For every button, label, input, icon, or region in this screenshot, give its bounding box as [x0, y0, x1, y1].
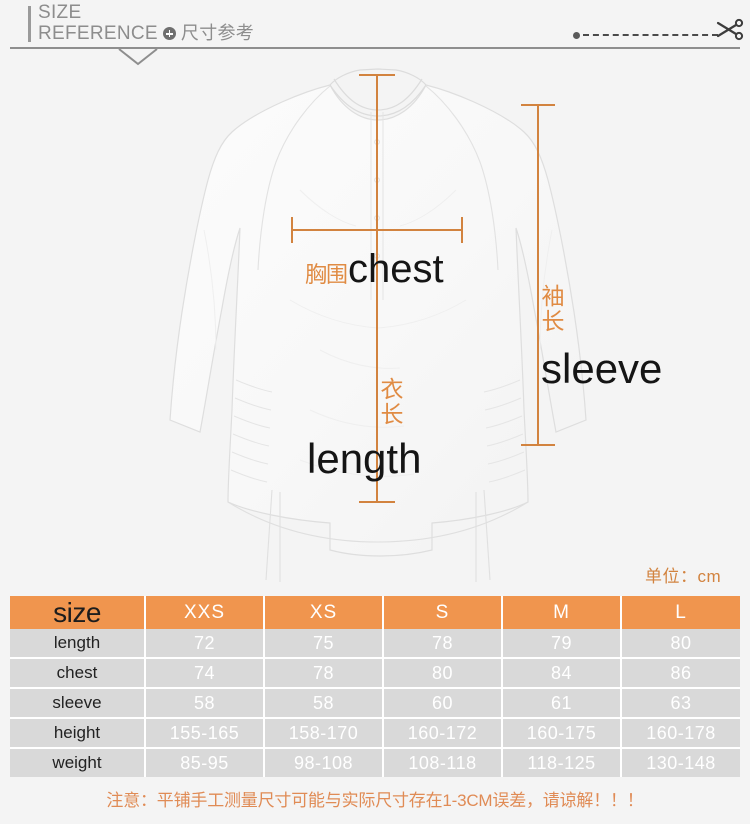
- cell-height-l: 160-178: [621, 718, 740, 749]
- header-title-size: SIZE: [38, 2, 82, 23]
- cell-sleeve-s: 60: [383, 688, 503, 719]
- page-header: SIZE REFERENCE 尺寸参考: [0, 0, 750, 66]
- row-label-length: length: [10, 629, 146, 659]
- chest-label-chinese: 胸围: [305, 262, 348, 287]
- measurement-note: 注意：平铺手工测量尺寸可能与实际尺寸存在1-3CM误差，请谅解！！！: [106, 791, 644, 810]
- plus-circle-icon: [162, 27, 176, 40]
- sleeve-label-chinese: 袖长: [541, 283, 565, 334]
- header-title-reference: REFERENCE: [38, 23, 158, 44]
- cut-line-dot: [573, 31, 580, 39]
- cell-weight-l: 130-148: [621, 748, 740, 777]
- cell-weight-m: 118-125: [502, 748, 622, 777]
- cell-length-xs: 75: [264, 629, 384, 659]
- sleeve-label-english: sleeve: [541, 345, 663, 392]
- table-row: weight 85-95 98-108 108-118 118-125 130-…: [10, 748, 740, 777]
- chest-annotation: 胸围 chest: [305, 247, 444, 292]
- cell-weight-xs: 98-108: [264, 748, 384, 777]
- cell-length-m: 79: [502, 629, 622, 659]
- garment-illustration-area: 胸围 chest 袖长 sleeve 衣长 length: [0, 50, 750, 595]
- header-cell-size: size: [10, 596, 146, 629]
- cell-height-s: 160-172: [383, 718, 503, 749]
- header-cell-s: S: [383, 596, 503, 629]
- garment-drawing: [169, 68, 587, 582]
- header-cell-m: M: [502, 596, 622, 629]
- cell-chest-l: 86: [621, 658, 740, 689]
- length-label-chinese: 衣长: [380, 376, 404, 427]
- table-header: size XXS XS S M L: [10, 596, 740, 629]
- size-chart-table: size XXS XS S M L length 72 75 78 79 80 …: [10, 596, 740, 777]
- cut-dashed-line: [573, 30, 718, 40]
- table-body: length 72 75 78 79 80 chest 74 78 80 84 …: [10, 629, 740, 777]
- scissors-icon: [716, 18, 744, 41]
- cell-height-xs: 158-170: [264, 718, 384, 749]
- cell-sleeve-xxs: 58: [145, 688, 265, 719]
- header-title-chinese: 尺寸参考: [180, 23, 255, 43]
- header-cell-l: L: [621, 596, 740, 629]
- cell-sleeve-m: 61: [502, 688, 622, 719]
- cell-length-xxs: 72: [145, 629, 265, 659]
- cell-length-l: 80: [621, 629, 740, 659]
- table-row: sleeve 58 58 60 61 63: [10, 688, 740, 719]
- cell-height-m: 160-175: [502, 718, 622, 749]
- row-label-sleeve: sleeve: [10, 688, 146, 719]
- cell-chest-xs: 78: [264, 658, 384, 689]
- row-label-weight: weight: [10, 748, 146, 777]
- table-row: chest 74 78 80 84 86: [10, 658, 740, 689]
- header-cell-xs: XS: [264, 596, 384, 629]
- header-cell-xxs: XXS: [145, 596, 265, 629]
- header-title-block: SIZE REFERENCE 尺寸参考: [38, 2, 254, 44]
- length-label-english: length: [307, 435, 422, 482]
- table-row: length 72 75 78 79 80: [10, 629, 740, 659]
- row-label-chest: chest: [10, 658, 146, 689]
- cell-height-xxs: 155-165: [145, 718, 265, 749]
- cell-chest-m: 84: [502, 658, 622, 689]
- header-accent-bar: [28, 6, 31, 42]
- unit-label: 单位：cm: [645, 567, 722, 586]
- header-title-reference-row: REFERENCE 尺寸参考: [38, 23, 254, 44]
- chest-label-english: chest: [348, 247, 444, 291]
- table-header-row: size XXS XS S M L: [10, 596, 740, 629]
- row-label-height: height: [10, 718, 146, 749]
- cell-sleeve-l: 63: [621, 688, 740, 719]
- table-row: height 155-165 158-170 160-172 160-175 1…: [10, 718, 740, 749]
- cell-weight-xxs: 85-95: [145, 748, 265, 777]
- cut-line-dashes: [583, 34, 718, 36]
- cell-length-s: 78: [383, 629, 503, 659]
- cell-chest-s: 80: [383, 658, 503, 689]
- cell-weight-s: 108-118: [383, 748, 503, 777]
- cell-sleeve-xs: 58: [264, 688, 384, 719]
- cell-chest-xxs: 74: [145, 658, 265, 689]
